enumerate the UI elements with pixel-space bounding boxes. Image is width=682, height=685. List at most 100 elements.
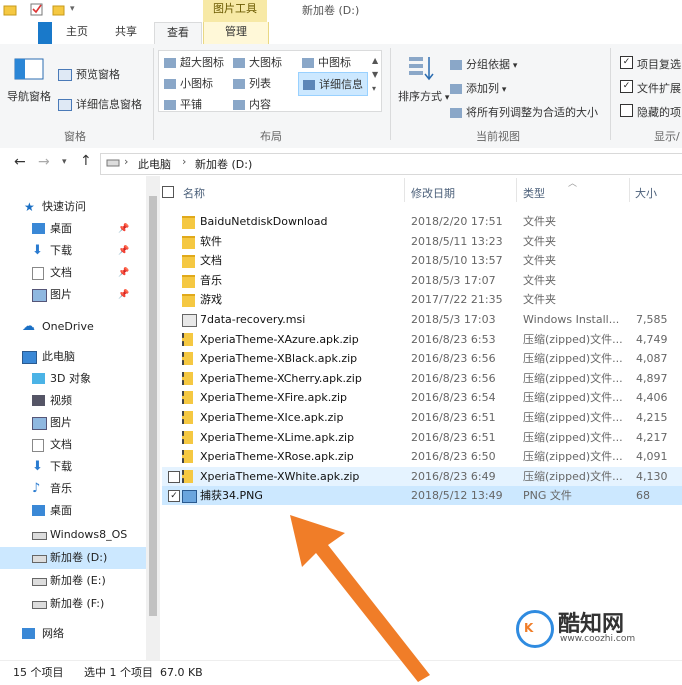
new-folder-icon[interactable] — [52, 3, 66, 17]
layout-medium-icons[interactable]: 中图标 — [302, 54, 351, 70]
file-type: 压缩(zipped)文件... — [523, 333, 623, 346]
recent-locations-icon[interactable]: ▾ — [62, 157, 67, 167]
column-divider[interactable] — [516, 178, 517, 202]
table-row[interactable]: XperiaTheme-XFire.apk.zip 2016/8/23 6:54 压… — [162, 388, 682, 407]
preview-pane-button[interactable]: 预览窗格 — [58, 66, 120, 82]
details-pane-button[interactable]: 详细信息窗格 — [58, 96, 142, 112]
tab-manage[interactable]: 管理 — [203, 22, 269, 44]
breadcrumb-current-drive[interactable]: 新加卷 (D:) — [195, 156, 252, 172]
tab-home[interactable]: 主页 — [56, 22, 98, 44]
nav-drive-f[interactable]: 新加卷 (F:) — [0, 593, 140, 615]
table-row[interactable]: XperiaTheme-XIce.apk.zip 2016/8/23 6:51 压缩… — [162, 408, 682, 427]
zip-icon — [182, 450, 193, 463]
column-header-date[interactable]: 修改日期 — [411, 185, 455, 201]
computer-icon — [22, 351, 37, 364]
layout-tiles[interactable]: 平铺 — [164, 96, 202, 112]
table-row[interactable]: 7data-recovery.msi 2018/5/3 17:03 Windows … — [162, 310, 682, 329]
back-arrow-icon[interactable]: ← — [14, 154, 26, 170]
nav-quick-pictures[interactable]: 图片 📌 — [0, 284, 140, 306]
group-by-button[interactable]: 分组依据 ▾ — [450, 56, 517, 72]
group-name-layout: 布局 — [260, 130, 282, 143]
layout-content[interactable]: 内容 — [233, 96, 271, 112]
column-header-type[interactable]: 类型 — [523, 185, 545, 201]
add-column-button[interactable]: 添加列 ▾ — [450, 80, 506, 96]
tab-share[interactable]: 共享 — [105, 22, 147, 44]
group-by-icon — [450, 60, 462, 70]
column-divider[interactable] — [404, 178, 405, 202]
column-header-size[interactable]: 大小 — [635, 185, 657, 201]
nav-drive-e[interactable]: 新加卷 (E:) — [0, 570, 140, 592]
up-arrow-icon[interactable]: ↑ — [80, 153, 92, 169]
nav-drive-windows8[interactable]: Windows8_OS — [0, 524, 140, 546]
nav-quick-access[interactable]: ★ 快速访问 — [0, 196, 140, 218]
pin-icon[interactable]: 📌 — [118, 262, 129, 284]
file-date: 2016/8/23 6:51 — [411, 431, 496, 444]
tab-view[interactable]: 查看 — [154, 22, 202, 46]
nav-documents[interactable]: 文档 — [0, 434, 140, 456]
nav-downloads[interactable]: ⬇ 下载 — [0, 456, 140, 478]
table-row[interactable]: XperiaTheme-XAzure.apk.zip 2016/8/23 6:53… — [162, 330, 682, 349]
table-row[interactable]: ✓ 捕获34.PNG 2018/5/12 13:49 PNG 文件 68 — [162, 486, 682, 505]
file-type: 文件夹 — [523, 235, 556, 248]
layout-extra-large-icons[interactable]: 超大图标 — [164, 54, 224, 70]
forward-arrow-icon[interactable]: → — [38, 154, 50, 170]
table-row[interactable]: XperiaTheme-XRose.apk.zip 2016/8/23 6:50 压… — [162, 447, 682, 466]
app-icon — [3, 3, 17, 17]
row-checkbox[interactable] — [168, 471, 180, 483]
file-tab[interactable] — [38, 22, 52, 44]
layout-details[interactable]: 详细信息 — [298, 72, 368, 96]
nav-onedrive[interactable]: ☁ OneDrive — [0, 316, 140, 338]
table-row[interactable]: XperiaTheme-XBlack.apk.zip 2016/8/23 6:56… — [162, 349, 682, 368]
table-row[interactable]: XperiaTheme-XCherry.apk.zip 2016/8/23 6:5… — [162, 369, 682, 388]
table-row[interactable]: 软件 2018/5/11 13:23 文件夹 — [162, 232, 682, 251]
pin-icon[interactable]: 📌 — [118, 284, 129, 306]
breadcrumb-separator-icon: › — [124, 155, 129, 168]
nav-quick-desktop[interactable]: 桌面 📌 — [0, 218, 140, 240]
nav-this-pc[interactable]: 此电脑 — [0, 346, 140, 368]
breadcrumb-this-pc[interactable]: 此电脑 — [138, 156, 171, 172]
table-row[interactable]: XperiaTheme-XLime.apk.zip 2016/8/23 6:51 压… — [162, 428, 682, 447]
zip-icon — [182, 411, 193, 424]
row-checkbox[interactable]: ✓ — [168, 490, 180, 502]
pin-icon[interactable]: 📌 — [118, 240, 129, 262]
sort-by-button[interactable]: 排序方式 ▾ — [398, 88, 449, 104]
file-date: 2018/5/3 17:03 — [411, 313, 496, 326]
file-type: 压缩(zipped)文件... — [523, 431, 623, 444]
column-header-name[interactable]: 名称 — [183, 185, 205, 201]
table-row[interactable]: 音乐 2018/5/3 17:07 文件夹 — [162, 271, 682, 290]
table-row[interactable]: BaiduNetdiskDownload 2018/2/20 17:51 文件夹 — [162, 212, 682, 231]
column-divider[interactable] — [629, 178, 630, 202]
nav-network[interactable]: 网络 — [0, 623, 140, 645]
nav-desktop[interactable]: 桌面 — [0, 500, 140, 522]
layout-large-icons[interactable]: 大图标 — [233, 54, 282, 70]
nav-scrollbar[interactable] — [146, 176, 160, 660]
table-row[interactable]: 文档 2018/5/10 13:57 文件夹 — [162, 251, 682, 270]
watermark-url: www.coozhi.com — [560, 634, 636, 644]
nav-music[interactable]: ♪ 音乐 — [0, 478, 140, 500]
file-extensions-checkbox[interactable]: ✓ — [620, 80, 633, 93]
nav-scrollbar-thumb[interactable] — [149, 196, 157, 616]
nav-3d-objects[interactable]: 3D 对象 — [0, 368, 140, 390]
layout-small-icons[interactable]: 小图标 — [164, 75, 213, 91]
item-checkboxes-checkbox[interactable]: ✓ — [620, 56, 633, 69]
nav-pane-button[interactable]: 导航窗格 — [7, 88, 51, 104]
address-bar[interactable] — [100, 153, 682, 175]
nav-quick-documents[interactable]: 文档 📌 — [0, 262, 140, 284]
file-name: XperiaTheme-XLime.apk.zip — [200, 431, 355, 444]
picture-icon — [32, 417, 47, 430]
hidden-items-checkbox[interactable] — [620, 104, 633, 117]
select-all-checkbox[interactable] — [162, 186, 174, 198]
layout-list[interactable]: 列表 — [233, 75, 271, 91]
table-row[interactable]: XperiaTheme-XWhite.apk.zip 2016/8/23 6:49… — [162, 467, 682, 486]
properties-checkbox-icon[interactable] — [30, 3, 44, 17]
nav-pictures[interactable]: 图片 — [0, 412, 140, 434]
nav-drive-d[interactable]: 新加卷 (D:) — [0, 547, 146, 569]
table-row[interactable]: 游戏 2017/7/22 21:35 文件夹 — [162, 290, 682, 309]
fit-columns-button[interactable]: 将所有列调整为合适的大小 — [450, 104, 598, 120]
pin-icon[interactable]: 📌 — [118, 218, 129, 240]
gallery-scroll-icon[interactable]: ▲ ▼ ▾ — [372, 54, 378, 96]
document-icon — [32, 267, 44, 280]
nav-quick-downloads[interactable]: ⬇ 下载 📌 — [0, 240, 140, 262]
quick-access-dropdown-icon[interactable]: ▾ — [70, 4, 75, 14]
nav-videos[interactable]: 视频 — [0, 390, 140, 412]
